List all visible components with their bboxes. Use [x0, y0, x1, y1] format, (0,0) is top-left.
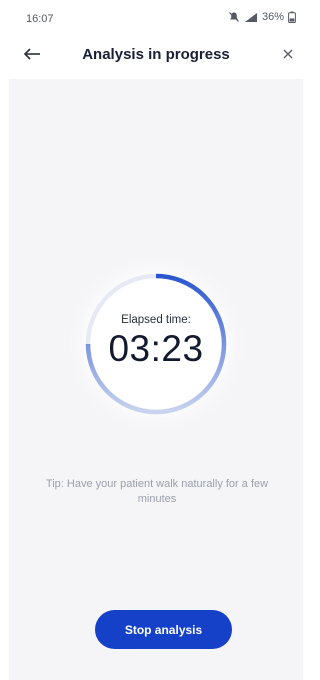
timer-readout: Elapsed time: 03:23: [63, 251, 249, 437]
elapsed-time-value: 03:23: [108, 328, 204, 369]
battery-icon: [288, 11, 296, 23]
close-icon: [282, 47, 294, 65]
status-time: 16:07: [26, 13, 54, 25]
stop-analysis-button[interactable]: Stop analysis: [95, 610, 232, 649]
mute-icon: [228, 11, 240, 23]
tip-text: Tip: Have your patient walk naturally fo…: [45, 478, 269, 505]
elapsed-time-label: Elapsed time:: [121, 314, 191, 326]
battery-percent: 36%: [261, 11, 284, 23]
status-icons: 36%: [228, 11, 296, 23]
analysis-content: Elapsed time: 03:23 Tip: Have your patie…: [9, 79, 303, 680]
timer-dial: Elapsed time: 03:23: [63, 251, 249, 437]
signal-icon: [244, 12, 258, 23]
status-bar: 16:07 36%: [0, 0, 312, 36]
page-title: Analysis in progress: [82, 46, 230, 63]
close-button[interactable]: [276, 44, 300, 68]
top-app-bar: Analysis in progress: [0, 36, 312, 76]
